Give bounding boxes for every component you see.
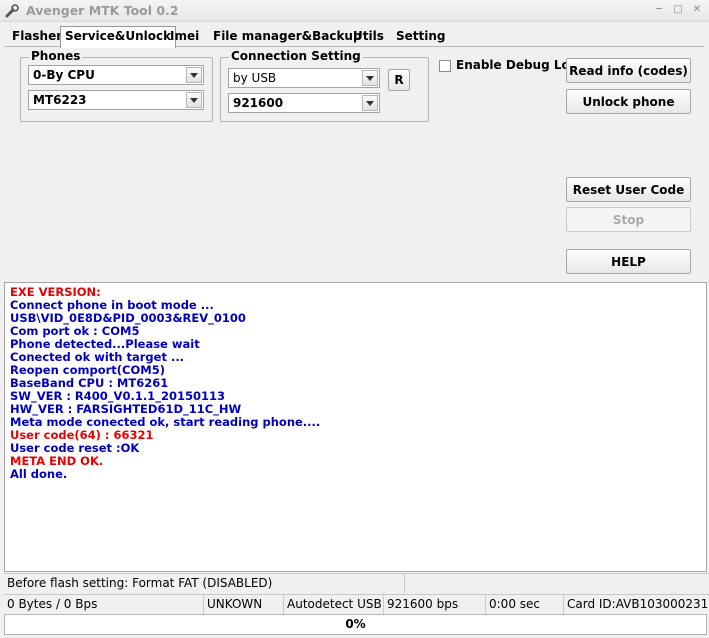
log-line: User code reset :OK	[10, 441, 140, 455]
flash-setting-status: Before flash setting: Format FAT (DISABL…	[4, 574, 405, 593]
progress-label: 0%	[345, 617, 366, 631]
phones-group-title: Phones	[29, 49, 83, 63]
help-button[interactable]: HELP	[566, 249, 691, 274]
maximize-icon[interactable]: □	[670, 3, 686, 17]
device-status: UNKOWN	[204, 595, 284, 614]
tab-flasher[interactable]: Flasher	[8, 28, 66, 47]
time-status: 0:00 sec	[486, 595, 564, 614]
tab-file-manager-backup[interactable]: File manager&Backup	[209, 28, 366, 47]
stop-button[interactable]: Stop	[566, 207, 691, 232]
mode-status: Autodetect USB	[284, 595, 384, 614]
status-extra	[405, 574, 709, 593]
transfer-status: 0 Bytes / 0 Bps	[4, 595, 204, 614]
tab-utils[interactable]: Utils	[349, 28, 388, 47]
tab-service-unlock[interactable]: Service&Unlock	[60, 26, 177, 48]
debug-log-label: Enable Debug Log	[456, 58, 579, 72]
card-id-status: Card ID:AVB103000231	[567, 597, 709, 611]
wrench-icon	[5, 4, 19, 18]
reset-user-code-button[interactable]: Reset User Code	[566, 177, 691, 202]
debug-log-checkbox[interactable]	[439, 60, 451, 72]
title-bar: Avenger MTK Tool 0.2 ─ □ ✕	[0, 0, 709, 22]
model-select-value: MT6223	[33, 93, 87, 107]
read-info-button[interactable]: Read info (codes)	[566, 58, 691, 83]
speed-status: 921600 bps	[384, 595, 486, 614]
chevron-down-icon[interactable]	[362, 70, 378, 86]
chevron-down-icon[interactable]	[186, 67, 202, 83]
progress-bar: 0%	[4, 614, 707, 635]
model-select[interactable]: MT6223	[28, 90, 204, 110]
cpu-select[interactable]: 0-By CPU	[28, 65, 204, 85]
port-select-value: by USB	[233, 71, 277, 85]
connection-group-title: Connection Setting	[229, 49, 363, 63]
tab-imei[interactable]: Imei	[166, 28, 203, 47]
port-select[interactable]: by USB	[228, 68, 380, 88]
log-line: META END OK.	[10, 454, 104, 468]
baud-select-value: 921600	[233, 96, 284, 110]
status-bar-connection: 0 Bytes / 0 Bps UNKOWN Autodetect USB 92…	[4, 594, 709, 614]
baud-select[interactable]: 921600	[228, 93, 380, 113]
refresh-ports-button[interactable]: R	[388, 69, 410, 91]
log-output[interactable]: EXE VERSION: Connect phone in boot mode …	[4, 282, 707, 572]
close-icon[interactable]: ✕	[689, 3, 705, 17]
status-bar-settings: Before flash setting: Format FAT (DISABL…	[4, 573, 709, 593]
chevron-down-icon[interactable]	[362, 95, 378, 111]
unlock-phone-button[interactable]: Unlock phone	[566, 89, 691, 114]
window-title: Avenger MTK Tool 0.2	[26, 3, 179, 18]
minimize-icon[interactable]: ─	[651, 3, 667, 17]
tab-setting[interactable]: Setting	[392, 28, 450, 47]
tab-strip: Flasher Service&Unlock Imei File manager…	[4, 26, 704, 48]
cpu-select-value: 0-By CPU	[33, 68, 95, 82]
log-line: All done.	[10, 467, 68, 481]
chevron-down-icon[interactable]	[186, 92, 202, 108]
